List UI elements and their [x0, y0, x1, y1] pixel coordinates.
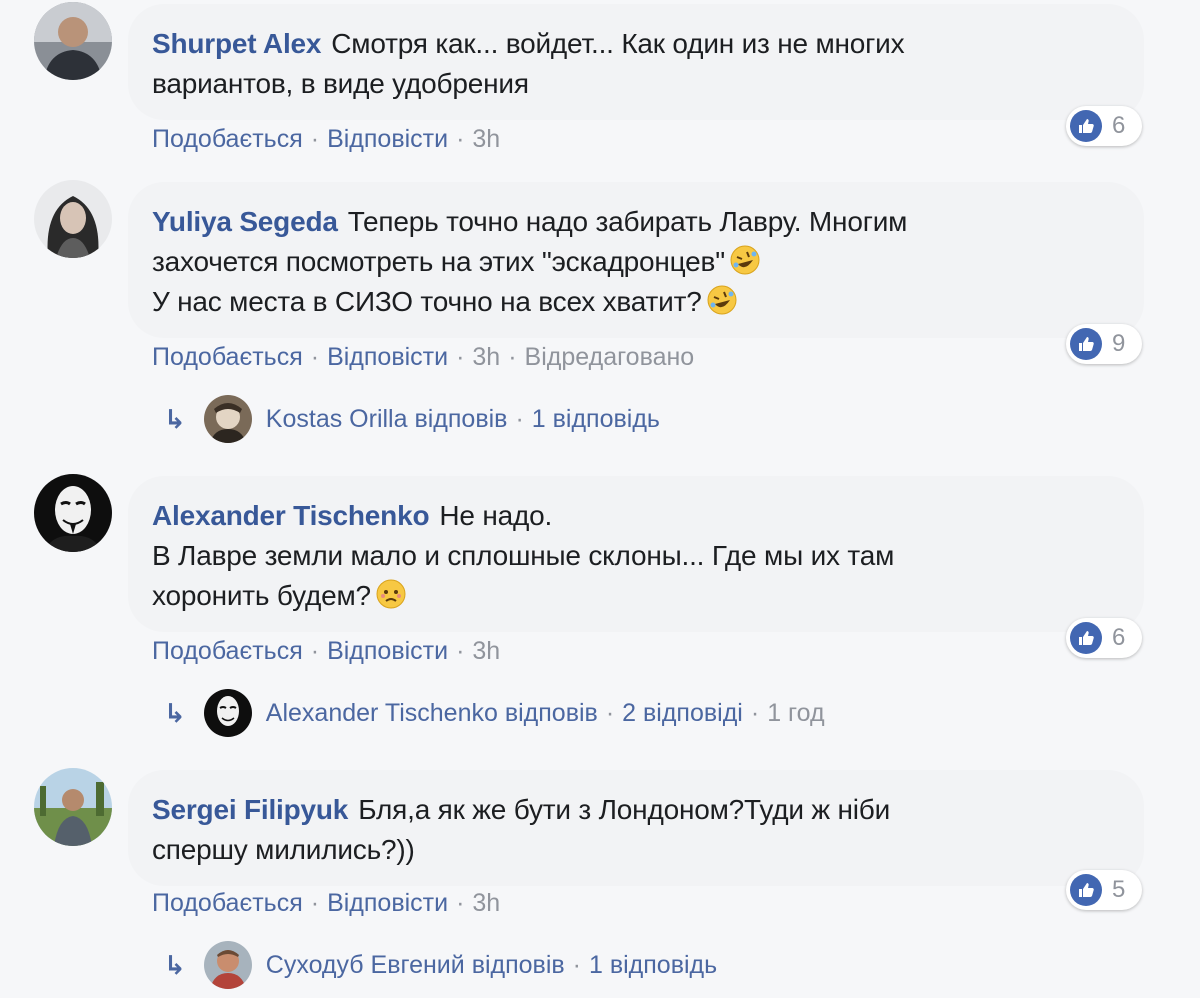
reply-link[interactable]: Відповісти	[327, 637, 448, 665]
comment-bubble: Shurpet Alex Смотря как... войдет... Как …	[128, 4, 1144, 120]
comment-bubble: Alexander Tischenko Не надо. В Лавре земл…	[128, 476, 1144, 632]
reaction-count[interactable]: 9	[1066, 324, 1142, 364]
avatar[interactable]	[34, 474, 112, 552]
replies-link[interactable]: ↳ Суходуб Евгений відповів · 1 відповідь	[164, 940, 717, 990]
reply-count: 1 відповідь	[589, 950, 718, 979]
avatar	[203, 689, 252, 737]
comment-text: спершу милились?))	[152, 834, 415, 865]
reply-time: 1 год	[767, 698, 825, 727]
comment-time[interactable]: 3h	[472, 889, 500, 917]
like-link[interactable]: Подобається	[152, 637, 303, 665]
reaction-number: 5	[1112, 876, 1126, 903]
thumbs-up-icon	[1070, 622, 1102, 654]
replies-link[interactable]: ↳ Alexander Tischenko відповів · 2 відпові…	[164, 688, 825, 738]
reply-arrow-icon: ↳	[164, 949, 186, 980]
replied-label: відповів	[504, 698, 598, 727]
like-link[interactable]: Подобається	[152, 125, 303, 153]
avatar[interactable]	[34, 2, 112, 80]
reaction-number: 6	[1112, 624, 1126, 651]
reaction-count[interactable]: 5	[1066, 870, 1142, 910]
rolling-laughing-emoji	[729, 244, 761, 276]
reaction-count[interactable]: 6	[1066, 618, 1142, 658]
comment-author[interactable]: Shurpet Alex	[152, 28, 321, 59]
reaction-number: 9	[1112, 330, 1126, 357]
thumbs-up-icon	[1070, 328, 1102, 360]
reply-author: Kostas Orilla	[265, 404, 408, 433]
replies-link[interactable]: ↳ Kostas Orilla відповів · 1 відповідь	[164, 394, 660, 444]
edited-label[interactable]: Відредаговано	[525, 343, 695, 371]
like-link[interactable]: Подобається	[152, 889, 303, 917]
comment-text: Теперь точно надо забирать Лавру. Многим	[347, 206, 908, 237]
comment-text: хоронить будем?	[152, 580, 371, 611]
reply-arrow-icon: ↳	[164, 697, 186, 728]
comment-author[interactable]: Sergei Filipyuk	[152, 794, 348, 825]
reply-link[interactable]: Відповісти	[327, 125, 448, 153]
replied-label: відповів	[414, 404, 508, 433]
comment-actions: Подобається · Відповісти · 3h · Відредаговано	[152, 343, 695, 371]
comment-text: захочется посмотреть на этих "эскадронце…	[152, 246, 725, 277]
reply-count: 2 відповіді	[622, 698, 743, 727]
reply-arrow-icon: ↳	[164, 403, 186, 434]
comment-actions: Подобається · Відповісти · 3h	[152, 125, 501, 153]
reply-link[interactable]: Відповісти	[327, 343, 448, 371]
comment-time[interactable]: 3h	[472, 637, 500, 665]
comment-text: У нас места в СИЗО точно на всех хватит?	[152, 286, 702, 317]
reply-count: 1 відповідь	[531, 404, 660, 433]
sad-face-emoji	[375, 578, 407, 610]
rolling-laughing-emoji	[706, 284, 738, 316]
comment-text: вариантов, в виде удобрения	[152, 68, 529, 99]
comment-text: Смотря как... войдет... Как один из не м…	[331, 28, 905, 59]
thumbs-up-icon	[1070, 874, 1102, 906]
comment-bubble: Sergei Filipyuk Бля,а як же бути з Лондон…	[128, 770, 1144, 886]
like-link[interactable]: Подобається	[152, 343, 303, 371]
comment-time[interactable]: 3h	[472, 125, 500, 153]
comment-actions: Подобається · Відповісти · 3h	[152, 889, 501, 917]
avatar	[203, 395, 252, 443]
avatar[interactable]	[34, 180, 112, 258]
reply-author: Суходуб Евгений	[265, 950, 465, 979]
thumbs-up-icon	[1070, 110, 1102, 142]
reaction-count[interactable]: 6	[1066, 106, 1142, 146]
comment-actions: Подобається · Відповісти · 3h	[152, 637, 501, 665]
comment-bubble: Yuliya Segeda Теперь точно надо забирать …	[128, 182, 1144, 338]
comment-text: В Лавре земли мало и сплошные склоны... …	[152, 540, 895, 571]
comment-author[interactable]: Yuliya Segeda	[152, 206, 338, 237]
reaction-number: 6	[1112, 112, 1126, 139]
reply-link[interactable]: Відповісти	[327, 889, 448, 917]
avatar	[203, 941, 252, 989]
comment-text: Не надо.	[439, 500, 553, 531]
comment-author[interactable]: Alexander Tischenko	[152, 500, 430, 531]
comment-time[interactable]: 3h	[472, 343, 500, 371]
avatar[interactable]	[34, 768, 112, 846]
comment-text: Бля,а як же бути з Лондоном?Туди ж ніби	[358, 794, 891, 825]
reply-author: Alexander Tischenko	[265, 698, 498, 727]
replied-label: відповів	[471, 950, 565, 979]
